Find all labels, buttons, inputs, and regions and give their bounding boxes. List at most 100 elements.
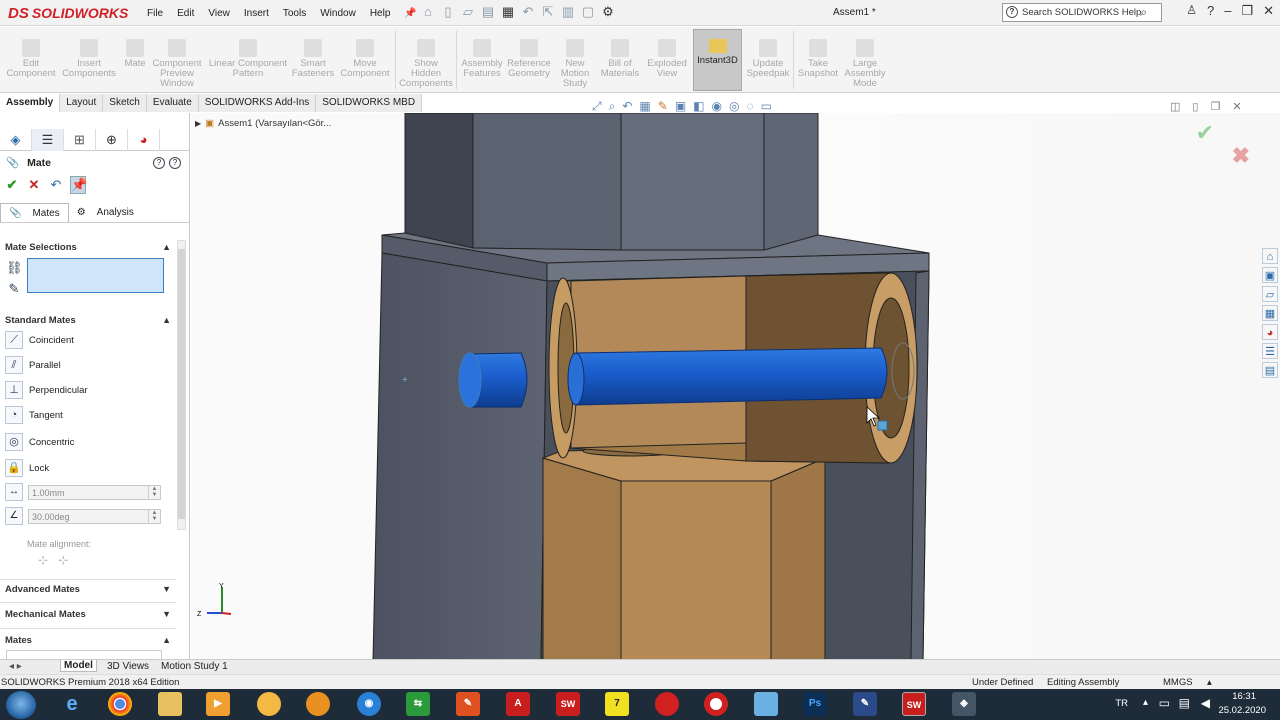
new-motion-study-button[interactable]: New Motion Study <box>555 29 595 89</box>
anti-aligned-icon[interactable]: ⊹ <box>58 553 68 567</box>
view-palette-icon[interactable]: ▦ <box>1262 305 1278 321</box>
viewport-close-icon[interactable]: ✕ <box>1232 100 1241 113</box>
show-hidden-button[interactable]: Show Hidden Components <box>398 29 454 89</box>
tab-assembly[interactable]: Assembly <box>0 94 61 112</box>
7zip-icon[interactable]: 7 <box>605 692 629 716</box>
distance-field[interactable]: 1.00mm ▲ ▼ <box>28 485 161 500</box>
mate-lock[interactable]: 🔒 Lock <box>5 458 49 478</box>
app-icon[interactable]: ◈ <box>952 692 976 716</box>
previous-view-icon[interactable]: ↶ <box>622 99 632 114</box>
mate-selections-header[interactable]: Mate Selections ▲ <box>5 242 173 253</box>
mechanical-mates-header[interactable]: Mechanical Mates ▼ <box>5 609 173 620</box>
file-explorer-icon[interactable] <box>158 692 182 716</box>
print-icon[interactable]: ▦ <box>500 4 516 20</box>
app-icon[interactable] <box>754 692 778 716</box>
tab-layout[interactable]: Layout <box>60 94 104 112</box>
collapse-icon[interactable]: ▲ <box>162 242 171 252</box>
mate-tangent[interactable]: ◔ Tangent <box>5 405 63 425</box>
zoom-to-fit-icon[interactable]: ⤢ <box>592 99 602 114</box>
maximize-button[interactable]: ❐ <box>1241 3 1253 19</box>
help-menu-icon[interactable]: ? <box>1207 3 1214 19</box>
mate-concentric[interactable]: ◎ Concentric <box>5 432 74 452</box>
save-icon[interactable]: ▤ <box>480 4 496 20</box>
solidworks-active-icon[interactable]: SW <box>902 692 926 716</box>
menu-edit[interactable]: Edit <box>170 8 201 19</box>
panel-scrollbar[interactable] <box>177 240 186 530</box>
assembly-features-button[interactable]: Assembly Features <box>459 29 505 79</box>
menu-file[interactable]: File <box>140 8 170 19</box>
home-icon[interactable]: ⌂ <box>1262 248 1278 264</box>
menu-view[interactable]: View <box>201 8 237 19</box>
tab-motion-study[interactable]: Motion Study 1 <box>158 661 231 672</box>
angle-icon[interactable]: ∠ <box>5 507 23 525</box>
distance-icon[interactable]: ↔ <box>5 483 23 501</box>
media-player-icon[interactable]: ▶ <box>206 692 230 716</box>
tab-3d-views[interactable]: 3D Views <box>104 661 152 672</box>
mates-section-header[interactable]: Mates ▲ <box>5 635 173 646</box>
open-file-icon[interactable]: ▱ <box>460 4 476 20</box>
tab-mbd[interactable]: SOLIDWORKS MBD <box>316 94 423 112</box>
display-style-icon[interactable]: ◧ <box>693 99 704 114</box>
file-explorer-icon[interactable]: ▱ <box>1262 286 1278 302</box>
app-icon[interactable] <box>306 692 330 716</box>
menu-tools[interactable]: Tools <box>276 8 313 19</box>
ok-checkmark-button[interactable]: ✔ <box>4 177 20 193</box>
minimize-button[interactable]: – <box>1224 3 1231 19</box>
app-icon[interactable]: ✎ <box>456 692 480 716</box>
action-center-icon[interactable]: ▭ <box>1159 696 1170 710</box>
collapse-icon[interactable]: ▲ <box>162 635 171 645</box>
confirm-corner-check-icon[interactable]: ✔ <box>1196 120 1214 146</box>
bill-of-materials-button[interactable]: Bill of Materials <box>598 29 642 79</box>
feature-tree-flyout[interactable]: ▶ ▣ Assem1 (Varsayılan<Gör... <box>195 118 331 129</box>
component-preview-button[interactable]: Component Preview Window <box>150 29 204 89</box>
collapse-icon[interactable]: ▲ <box>162 315 171 325</box>
expand-arrow-icon[interactable]: ▶ <box>195 119 201 128</box>
angle-field[interactable]: 30.00deg ▲ ▼ <box>28 509 161 524</box>
solidworks-2018-icon[interactable]: SW <box>556 692 580 716</box>
tab-analysis[interactable]: ⚙ Analysis <box>69 203 142 222</box>
dynamic-annotation-icon[interactable]: ✎ <box>658 99 668 114</box>
select-icon[interactable]: ⇱ <box>540 4 556 20</box>
cancel-button[interactable]: ✕ <box>26 177 42 193</box>
tab-sketch[interactable]: Sketch <box>103 94 147 112</box>
feature-manager-icon[interactable]: ◈ <box>0 129 32 151</box>
smart-fasteners-button[interactable]: Smart Fasteners <box>290 29 336 79</box>
apply-scene-icon[interactable]: ◌ <box>746 99 753 114</box>
spinner-icon[interactable]: ▲ ▼ <box>148 486 160 499</box>
clock-time[interactable]: 16:31 <box>1232 691 1256 702</box>
language-indicator[interactable]: TR <box>1115 698 1128 709</box>
viewport-maximize-icon[interactable]: ❐ <box>1210 100 1220 113</box>
insert-components-button[interactable]: Insert Components <box>61 29 117 79</box>
app-icon[interactable]: ⇆ <box>406 692 430 716</box>
units-dropdown-icon[interactable]: ▴ <box>1207 677 1212 688</box>
pushpin-button[interactable]: 📌 <box>70 176 87 194</box>
instant3d-button[interactable]: Instant3D <box>693 29 742 91</box>
hide-show-icon[interactable]: ◉ <box>712 99 722 114</box>
scrollbar-thumb[interactable] <box>178 249 185 519</box>
configuration-manager-icon[interactable]: ⊞ <box>64 129 96 151</box>
network-icon[interactable]: ▤ <box>1179 696 1190 710</box>
clock-date[interactable]: 25.02.2020 <box>1218 705 1266 716</box>
graphics-area[interactable]: + ▶ ▣ Assem1 (Varsayılan<Gör... ✔ ✖ ⌂ ▣ … <box>191 113 1280 661</box>
tab-model[interactable]: Model <box>60 660 97 672</box>
aligned-icon[interactable]: ⊹ <box>38 553 48 567</box>
search-input[interactable]: ? Search SOLIDWORKS Help ⌕ <box>1002 3 1162 22</box>
file-properties-icon[interactable]: ▢ <box>580 4 596 20</box>
large-assembly-mode-button[interactable]: Large Assembly Mode <box>842 29 888 89</box>
home-icon[interactable]: ⌂ <box>420 4 436 20</box>
menu-insert[interactable]: Insert <box>237 8 276 19</box>
design-library-icon[interactable]: ▣ <box>1262 267 1278 283</box>
close-button[interactable]: ✕ <box>1263 3 1274 19</box>
options-gear-icon[interactable]: ⚙ <box>600 4 616 20</box>
advanced-mates-header[interactable]: Advanced Mates ▼ <box>5 584 173 595</box>
solidworks-logo[interactable]: DS SOLIDWORKS <box>8 3 128 23</box>
section-view-icon[interactable]: ▦ <box>639 99 650 114</box>
volume-icon[interactable]: ◀ <box>1201 696 1210 710</box>
mate-parallel[interactable]: ⫽ Parallel <box>5 355 61 375</box>
property-manager-icon[interactable]: ☰ <box>32 129 64 151</box>
record-icon[interactable] <box>704 692 728 716</box>
app-icon[interactable] <box>655 692 679 716</box>
undo-icon[interactable]: ↶ <box>48 177 64 193</box>
custom-properties-icon[interactable]: ☰ <box>1262 343 1278 359</box>
app-icon[interactable]: ✎ <box>853 692 877 716</box>
